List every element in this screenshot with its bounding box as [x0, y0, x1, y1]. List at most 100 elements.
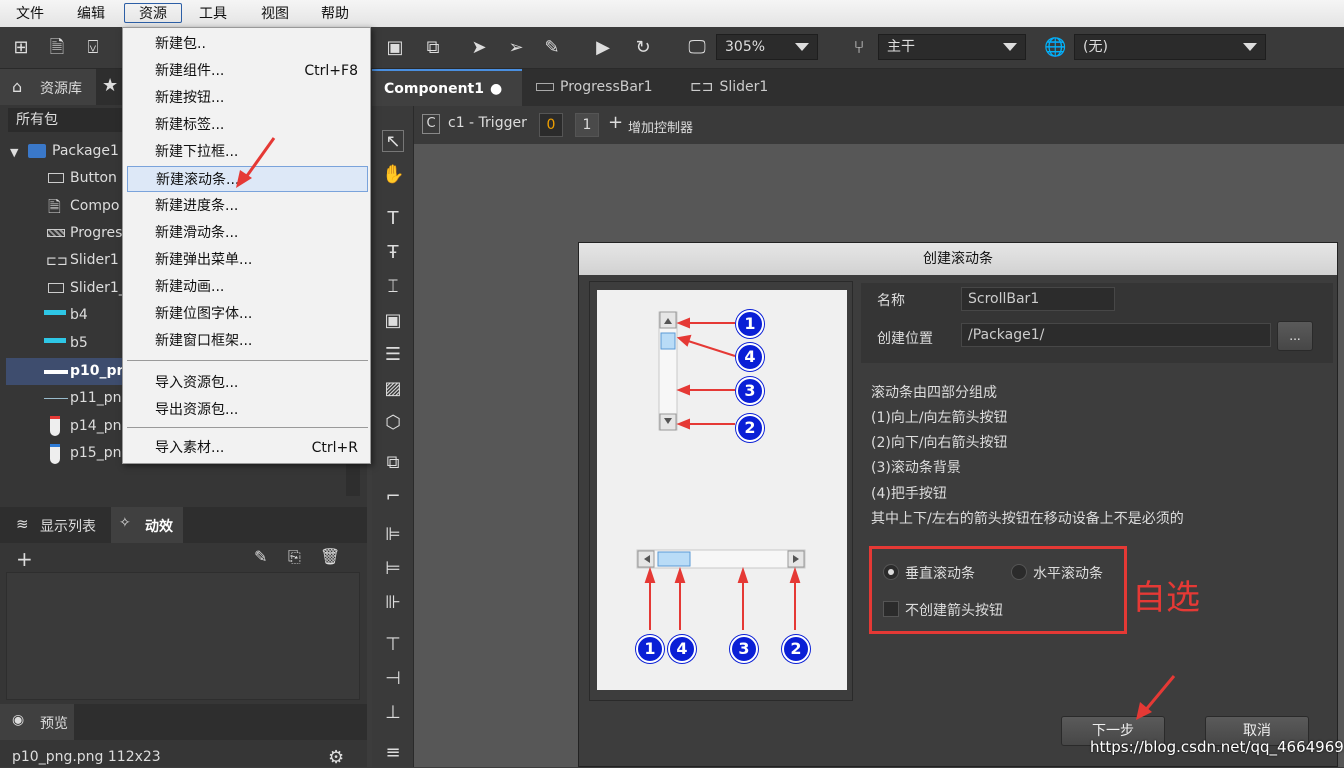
no-arrows-checkbox[interactable]	[883, 601, 899, 617]
button-icon	[48, 283, 64, 293]
menu-resource[interactable]: 资源	[124, 3, 182, 23]
publish-settings-icon[interactable]: ➢	[505, 37, 527, 59]
controller-page[interactable]: 0	[539, 113, 563, 137]
controller-name[interactable]: c1 - Trigger	[448, 115, 527, 131]
select-tool-icon[interactable]: ↖	[382, 130, 404, 152]
menu-item-new-button[interactable]: 新建按钮...	[127, 85, 368, 111]
menu-tools[interactable]: 工具	[195, 4, 231, 24]
align-center-icon[interactable]: ⊨	[382, 558, 404, 580]
add-icon[interactable]: +	[16, 547, 33, 571]
align-middle-icon[interactable]: ⊣	[382, 668, 404, 690]
marker-number: 1	[636, 635, 664, 663]
controller-icon: C	[422, 114, 440, 134]
annotation-text: 自选	[1132, 578, 1200, 618]
menu-help[interactable]: 帮助	[317, 4, 353, 24]
tree-item[interactable]: Slider1_	[70, 275, 126, 302]
publish-icon[interactable]: ➤	[468, 37, 490, 59]
copy-icon[interactable]: ⎘	[288, 547, 301, 567]
menu-file[interactable]: 文件	[12, 4, 48, 24]
tree-item[interactable]: Slider1	[70, 247, 119, 274]
zoom-select[interactable]: 305%	[716, 34, 818, 60]
vertical-radio-label[interactable]: 垂直滚动条	[905, 563, 975, 583]
horizontal-radio-label[interactable]: 水平滚动条	[1033, 563, 1103, 583]
star-icon[interactable]: ★	[102, 75, 118, 96]
save-all-icon[interactable]: ⧉	[422, 37, 444, 59]
description-line: (2)向下/向右箭头按钮	[871, 435, 1008, 451]
refresh-icon[interactable]: ↻	[632, 37, 654, 59]
image-icon	[44, 370, 68, 374]
distribute-icon[interactable]: ≡	[382, 742, 404, 764]
align-left-icon[interactable]: ⊫	[382, 524, 404, 546]
new-package-icon[interactable]: ⊞	[10, 37, 32, 59]
align-top-icon[interactable]: ⊤	[382, 634, 404, 656]
play-icon[interactable]: ▶	[592, 37, 614, 59]
menu-item-new-slider[interactable]: 新建滑动条...	[127, 220, 368, 246]
add-icon[interactable]: +	[608, 112, 623, 133]
align-right-icon[interactable]: ⊪	[382, 592, 404, 614]
tree-item[interactable]: p15_pn	[70, 440, 121, 467]
input-tool-icon[interactable]: ⌶	[382, 276, 404, 298]
menu-edit[interactable]: 编辑	[73, 4, 109, 24]
tree-item[interactable]: Button	[70, 165, 117, 192]
hand-tool-icon[interactable]: ✋	[382, 164, 404, 186]
text-tool-icon[interactable]: T	[382, 208, 404, 230]
monitor-icon[interactable]: 🖵	[686, 37, 708, 59]
menu-item-import-assets[interactable]: 导入素材... Ctrl+R	[127, 435, 368, 461]
transform-tool-icon[interactable]: ⌐	[382, 486, 404, 508]
menu-item-new-bitmap-font[interactable]: 新建位图字体...	[127, 301, 368, 327]
language-select[interactable]: (无)	[1074, 34, 1266, 60]
controller-page[interactable]: 1	[575, 113, 599, 137]
tree-item[interactable]: b4	[70, 302, 88, 329]
vertical-radio[interactable]	[883, 564, 899, 580]
tree-item-package[interactable]: Package1	[52, 138, 119, 165]
list-tool-icon[interactable]: ☰	[382, 344, 404, 366]
trash-icon[interactable]: 🗑	[320, 547, 340, 566]
tree-item[interactable]: p11_pn	[70, 385, 121, 412]
menu-item-new-animation[interactable]: 新建动画...	[127, 274, 368, 300]
group-tool-icon[interactable]: ⧉	[382, 452, 404, 474]
tree-item[interactable]: Compo	[70, 193, 119, 220]
tab-display-list[interactable]: 显示列表	[40, 516, 96, 536]
location-input[interactable]: /Package1/	[961, 323, 1271, 347]
branch-select[interactable]: 主干	[878, 34, 1026, 60]
tab-component1[interactable]: Component1 ●	[372, 69, 522, 106]
save-icon[interactable]: ▣	[384, 37, 406, 59]
horizontal-radio[interactable]	[1011, 564, 1027, 580]
tab-animation[interactable]: ✧ 动效	[111, 507, 183, 543]
menu-item-new-component[interactable]: 新建组件... Ctrl+F8	[127, 58, 368, 84]
bookmark-icon[interactable]: ⍌	[82, 37, 104, 59]
publish-edit-icon[interactable]: ✎	[541, 37, 563, 59]
tab-slider1[interactable]: ⊏⊐ Slider1	[678, 69, 788, 106]
menu-view[interactable]: 视图	[257, 4, 293, 24]
package-filter[interactable]: 所有包	[8, 108, 122, 132]
edit-icon[interactable]: ✎	[254, 547, 267, 566]
tree-item-selected[interactable]: p10_pn	[70, 358, 127, 385]
new-document-icon[interactable]: 🗎	[46, 37, 68, 59]
loader-tool-icon[interactable]: ▨	[382, 378, 404, 400]
menu-item-new-window-frame[interactable]: 新建窗口框架...	[127, 328, 368, 354]
image-icon	[50, 444, 60, 464]
tree-item[interactable]: Progres	[70, 220, 122, 247]
name-input[interactable]: ScrollBar1	[961, 287, 1115, 311]
tab-library[interactable]: ⌂ 资源库	[0, 69, 96, 105]
menu-item-new-package[interactable]: 新建包..	[127, 31, 368, 57]
3d-tool-icon[interactable]: ⬡	[382, 412, 404, 434]
tree-item[interactable]: b5	[70, 330, 88, 357]
tab-progressbar1[interactable]: ProgressBar1	[524, 69, 678, 106]
no-arrows-label[interactable]: 不创建箭头按钮	[905, 600, 1003, 620]
menu-item-export-package[interactable]: 导出资源包...	[127, 397, 368, 423]
richtext-tool-icon[interactable]: Ŧ	[382, 242, 404, 264]
align-bottom-icon[interactable]: ⊥	[382, 702, 404, 724]
expand-icon[interactable]: ▼	[10, 146, 18, 159]
menu-item-label: 导出资源包...	[155, 402, 239, 418]
menu-item-new-progressbar[interactable]: 新建进度条...	[127, 193, 368, 219]
tab-preview[interactable]: ◉ 预览	[0, 704, 74, 740]
add-controller-button[interactable]: 增加控制器	[628, 117, 693, 136]
tree-item[interactable]: p14_pn	[70, 413, 121, 440]
tab-slider1-label: Slider1	[719, 79, 769, 95]
menu-item-import-package[interactable]: 导入资源包...	[127, 370, 368, 396]
menu-item-new-popup-menu[interactable]: 新建弹出菜单...	[127, 247, 368, 273]
image-tool-icon[interactable]: ▣	[382, 310, 404, 332]
browse-button[interactable]: ...	[1277, 321, 1313, 351]
gear-icon[interactable]: ⚙	[328, 747, 344, 768]
